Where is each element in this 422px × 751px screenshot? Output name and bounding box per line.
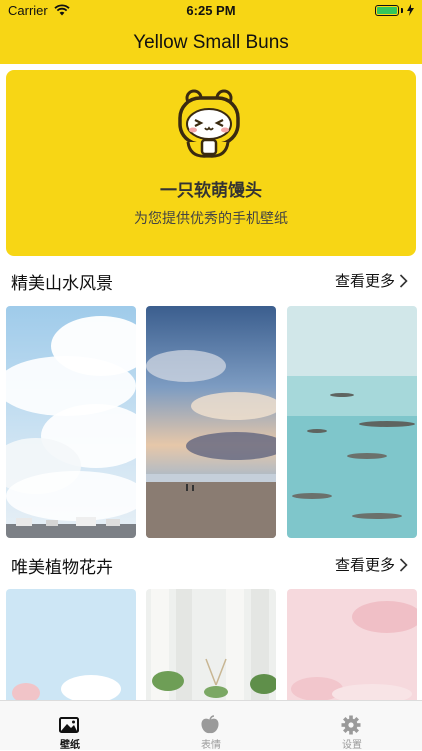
chevron-right-icon	[399, 273, 408, 288]
tab-wallpaper[interactable]: 壁纸	[0, 701, 140, 751]
view-more-label: 查看更多	[334, 273, 395, 290]
section-header-landscape: 精美山水风景 查看更多	[0, 265, 422, 295]
wallpaper-thumbnail-lotus[interactable]	[6, 589, 136, 700]
image-icon	[59, 717, 79, 733]
status-bar: Carrier 6:25 PM	[0, 0, 422, 22]
section-title: 精美山水风景	[11, 274, 113, 293]
view-more-link[interactable]: 查看更多	[335, 554, 408, 575]
tab-label: 壁纸	[60, 740, 80, 751]
section-title: 唯美植物花卉	[11, 558, 113, 577]
navigation-bar: Yellow Small Buns	[0, 22, 422, 64]
view-more-link[interactable]: 查看更多	[335, 270, 408, 291]
tab-bar: 壁纸 表情 设置	[0, 700, 422, 751]
wallpaper-thumbnail-window-plants[interactable]	[146, 589, 276, 700]
tab-label: 设置	[342, 740, 362, 751]
gear-icon	[341, 715, 361, 735]
wallpaper-thumbnail-sky-clouds[interactable]	[6, 306, 136, 538]
section-header-plants: 唯美植物花卉 查看更多	[0, 549, 422, 579]
wallpaper-thumbnail-pink-clouds[interactable]	[287, 589, 417, 700]
tab-label: 表情	[201, 740, 221, 751]
battery-icon	[375, 4, 414, 16]
wallpaper-thumbnail-beach-sunset[interactable]	[146, 306, 276, 538]
clock: 6:25 PM	[186, 3, 236, 18]
tab-emoji[interactable]: 表情	[141, 701, 281, 751]
view-more-label: 查看更多	[334, 557, 395, 574]
bun-mascot-logo	[178, 89, 240, 158]
apple-icon	[201, 715, 219, 734]
hero-subtitle: 为您提供优秀的手机壁纸	[134, 210, 288, 226]
page-title: Yellow Small Buns	[133, 32, 289, 53]
tab-settings[interactable]: 设置	[282, 701, 422, 751]
chevron-right-icon	[399, 557, 408, 572]
wallpaper-thumbnail-sea-rocks[interactable]	[287, 306, 417, 538]
hero-banner[interactable]: 一只软萌馒头 为您提供优秀的手机壁纸	[6, 70, 416, 256]
hero-title: 一只软萌馒头	[160, 181, 262, 200]
